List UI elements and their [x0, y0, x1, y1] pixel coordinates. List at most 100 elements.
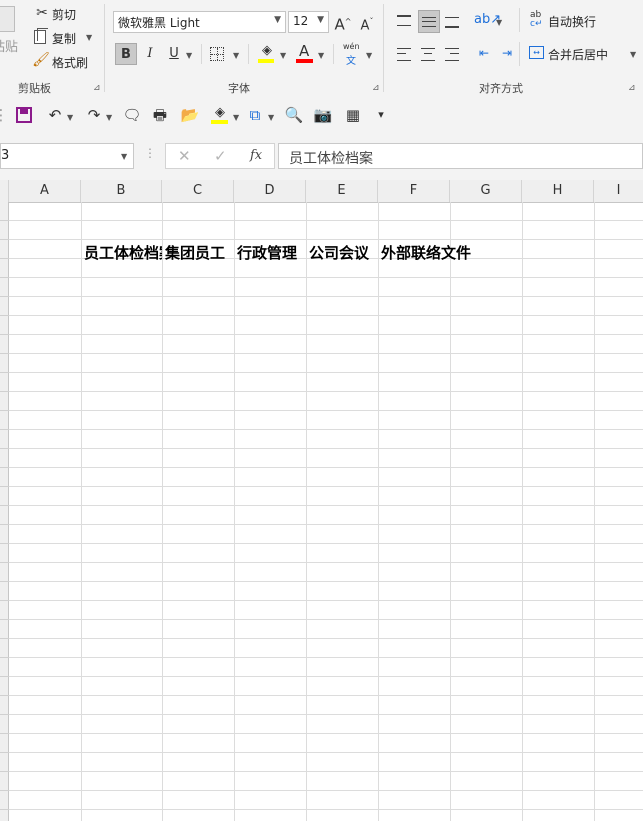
align-center-button[interactable]	[419, 43, 439, 65]
highlight-color-bar	[211, 120, 228, 124]
align-bottom-icon	[445, 17, 459, 28]
print-preview-icon[interactable]: 🖶	[149, 104, 171, 126]
enter-icon[interactable]: ✓	[214, 147, 227, 165]
decrease-indent-icon: ⇤	[478, 46, 490, 60]
formula-buttons: ✕ ✓ fx	[165, 143, 275, 169]
align-middle-button[interactable]	[418, 10, 440, 33]
wrap-text-button[interactable]: ab c↵ 自动换行	[530, 11, 610, 31]
underline-button[interactable]: U	[163, 43, 185, 65]
redo-icon[interactable]: ↷	[83, 104, 105, 126]
column-headers: A B C D E F G H I	[0, 180, 643, 203]
italic-button[interactable]: I	[139, 43, 161, 65]
align-middle-icon-mid	[422, 21, 436, 22]
clipboard-launcher-icon[interactable]: ⊿	[93, 83, 101, 93]
grow-font-button[interactable]: A^	[332, 11, 354, 33]
copy-button[interactable]: 复制 ▼	[32, 28, 94, 46]
insert-function-button[interactable]: fx	[250, 148, 262, 163]
decrease-indent-button[interactable]: ⇤	[474, 43, 494, 65]
font-name-combo[interactable]: 微软雅黑 Light ▼	[113, 11, 286, 33]
paste-button[interactable]: 粘贴	[0, 0, 24, 60]
undo-dropdown-icon[interactable]: ▼	[67, 113, 73, 122]
name-box[interactable]: 3 ▼	[0, 143, 134, 169]
border-icon[interactable]	[210, 47, 224, 61]
cell-f3[interactable]: 外部联络文件	[381, 243, 521, 263]
select-all-corner[interactable]	[0, 180, 9, 202]
cancel-icon[interactable]: ✕	[178, 147, 191, 165]
cell-b3[interactable]: 员工体检档案	[84, 243, 162, 263]
comment-icon[interactable]: 🗨	[121, 104, 143, 126]
phonetic-top-label: wén	[343, 42, 360, 51]
border-dropdown-icon[interactable]: ▼	[233, 51, 239, 60]
camera-icon[interactable]: 📷	[312, 104, 334, 126]
cell-d3[interactable]: 行政管理	[237, 243, 307, 263]
font-size-combo[interactable]: 12 ▼	[288, 11, 329, 33]
cell-e3[interactable]: 公司会议	[309, 243, 379, 263]
format-painter-label: 格式刷	[52, 56, 89, 70]
zoom-icon[interactable]: 🔍	[283, 104, 305, 126]
column-header-h[interactable]: H	[522, 180, 594, 202]
partial-icon: ⋮	[0, 106, 9, 124]
bold-button[interactable]: B	[115, 43, 137, 65]
column-header-c[interactable]: C	[162, 180, 234, 202]
copy-label: 复制	[52, 32, 77, 46]
phonetic-guide-button[interactable]: wén 文	[340, 42, 364, 67]
row-headers[interactable]	[0, 202, 9, 821]
open-folder-icon[interactable]: 📂	[179, 104, 201, 126]
alignment-launcher-icon[interactable]: ⊿	[628, 83, 636, 93]
font-launcher-icon[interactable]: ⊿	[372, 83, 380, 93]
highlight-dropdown-icon[interactable]: ▼	[233, 113, 239, 122]
customize-toolbar-icon[interactable]: ▾	[370, 104, 392, 126]
text-orientation-icon: ab↗	[474, 12, 502, 27]
row-gridline	[9, 562, 643, 563]
worksheet-grid[interactable]: 员工体检档案 集团员工 行政管理 公司会议 外部联络文件	[9, 202, 643, 821]
row-header-divider	[0, 714, 9, 715]
wrap-text-label: 自动换行	[548, 15, 597, 29]
redo-dropdown-icon[interactable]: ▼	[106, 113, 112, 122]
cut-button[interactable]: ✂ 剪切	[34, 5, 84, 23]
align-left-icon	[397, 48, 411, 61]
orientation-button[interactable]: ab↗ ▼	[474, 10, 504, 32]
row-gridline	[9, 334, 643, 335]
column-header-f[interactable]: F	[378, 180, 450, 202]
column-header-b[interactable]: B	[81, 180, 162, 202]
column-header-e[interactable]: E	[306, 180, 378, 202]
column-header-a[interactable]: A	[9, 180, 81, 202]
fill-color-button[interactable]: ◈	[256, 43, 278, 65]
underline-dropdown-icon[interactable]: ▼	[186, 51, 192, 60]
row-header-divider	[0, 220, 9, 221]
font-color-dropdown-icon[interactable]: ▼	[318, 51, 324, 60]
calculator-icon[interactable]: ▦	[342, 104, 364, 126]
alignment-group-label: 对齐方式	[479, 82, 523, 95]
align-right-button[interactable]	[443, 43, 463, 65]
shapes-dropdown-icon[interactable]: ▼	[268, 113, 274, 122]
fill-color-dropdown-icon[interactable]: ▼	[280, 51, 286, 60]
shapes-icon[interactable]: ⧉	[244, 104, 266, 126]
align-left-mid	[397, 53, 406, 54]
undo-icon[interactable]: ↶	[44, 104, 66, 126]
paintbrush-icon: 🖌	[32, 52, 50, 68]
highlight-button[interactable]: ◈	[209, 104, 231, 126]
cell-c3[interactable]: 集团员工	[165, 243, 235, 263]
column-header-g[interactable]: G	[450, 180, 522, 202]
column-header-i[interactable]: I	[594, 180, 643, 202]
column-header-d[interactable]: D	[234, 180, 306, 202]
row-gridline	[9, 372, 643, 373]
phonetic-dropdown-icon[interactable]: ▼	[366, 51, 372, 60]
save-button[interactable]	[16, 107, 32, 123]
font-size-value: 12	[293, 14, 309, 28]
format-painter-button[interactable]: 🖌 格式刷	[32, 52, 92, 70]
align-top-button[interactable]	[395, 10, 415, 32]
font-color-button[interactable]: A	[294, 42, 316, 65]
formula-input[interactable]: 员工体检档案	[278, 143, 643, 169]
column-gridline	[81, 202, 82, 821]
align-bottom-button[interactable]	[443, 10, 463, 32]
align-left-button[interactable]	[395, 43, 415, 65]
more-options-icon[interactable]: ⋮	[144, 146, 156, 160]
copy-dropdown-icon[interactable]: ▼	[86, 33, 92, 42]
chevron-down-icon[interactable]: ▼	[121, 152, 127, 161]
row-gridline	[9, 657, 643, 658]
shrink-font-button[interactable]: Aˇ	[356, 11, 378, 33]
increase-indent-button[interactable]: ⇥	[497, 43, 517, 65]
merge-dropdown-icon[interactable]: ▼	[630, 50, 636, 59]
merge-center-button[interactable]: ↔ 合并后居中 ▼	[528, 44, 640, 64]
